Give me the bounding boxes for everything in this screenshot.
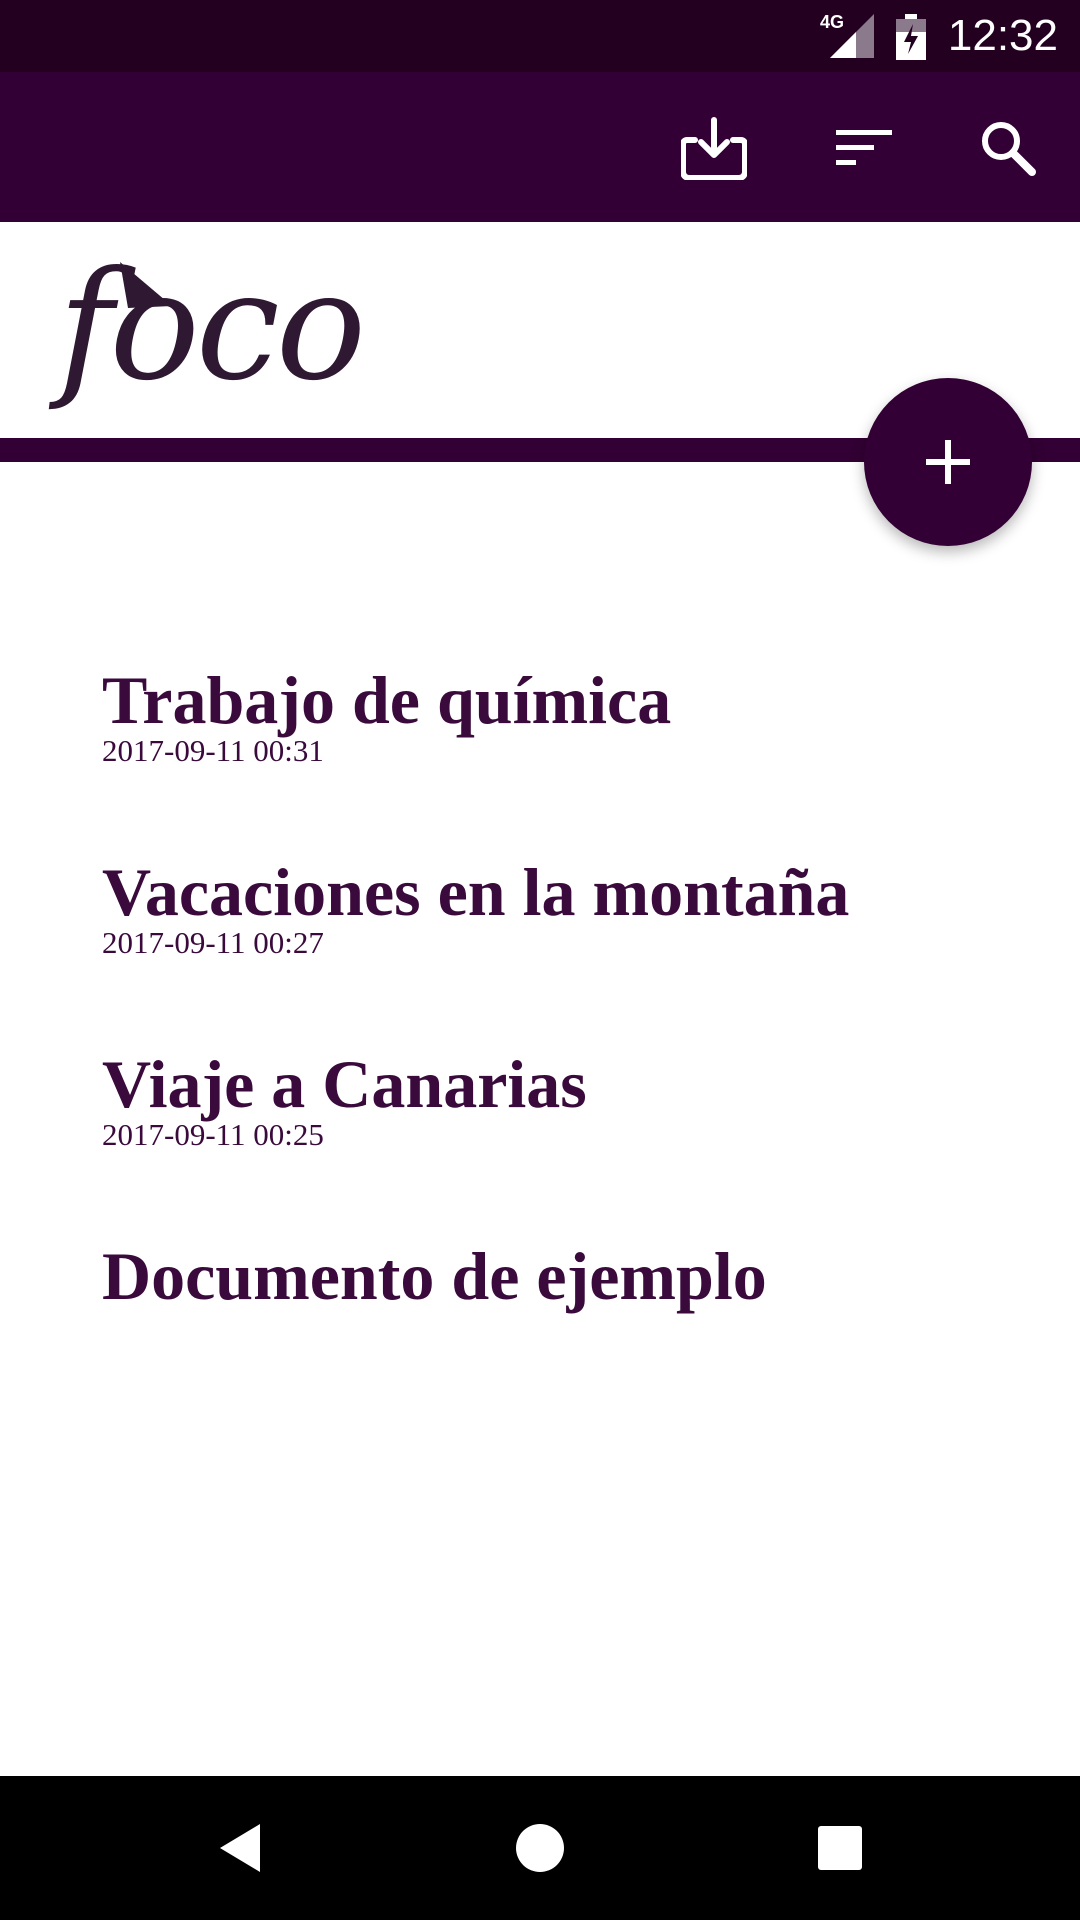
app-logo: foco <box>58 240 366 414</box>
app-bar <box>0 72 1080 222</box>
battery-icon <box>896 14 926 60</box>
list-item[interactable]: Documento de ejemplo <box>102 1236 1042 1428</box>
add-document-button[interactable] <box>864 378 1032 546</box>
navigation-bar <box>0 1776 1080 1920</box>
search-icon[interactable] <box>968 108 1048 188</box>
sort-icon[interactable] <box>824 108 904 188</box>
back-icon[interactable] <box>204 1812 276 1884</box>
plus-icon <box>926 440 970 484</box>
document-title: Documento de ejemplo <box>102 1238 767 1314</box>
download-icon[interactable] <box>674 108 754 188</box>
signal-icon <box>830 14 874 58</box>
home-icon[interactable] <box>504 1812 576 1884</box>
document-title: Vacaciones en la montaña <box>102 854 850 930</box>
status-bar: 4G 12:32 <box>0 0 1080 72</box>
list-item[interactable]: Viaje a Canarias 2017-09-11 00:25 <box>102 1044 1042 1236</box>
recents-icon[interactable] <box>804 1812 876 1884</box>
document-title: Viaje a Canarias <box>102 1046 587 1122</box>
status-time: 12:32 <box>947 11 1058 60</box>
list-item[interactable]: Trabajo de química 2017-09-11 00:31 <box>102 660 1042 852</box>
list-item[interactable]: Vacaciones en la montaña 2017-09-11 00:2… <box>102 852 1042 1044</box>
document-title: Trabajo de química <box>102 662 672 738</box>
logo-flag-icon <box>120 262 172 308</box>
document-list: Trabajo de química 2017-09-11 00:31 Vaca… <box>102 660 1042 1428</box>
